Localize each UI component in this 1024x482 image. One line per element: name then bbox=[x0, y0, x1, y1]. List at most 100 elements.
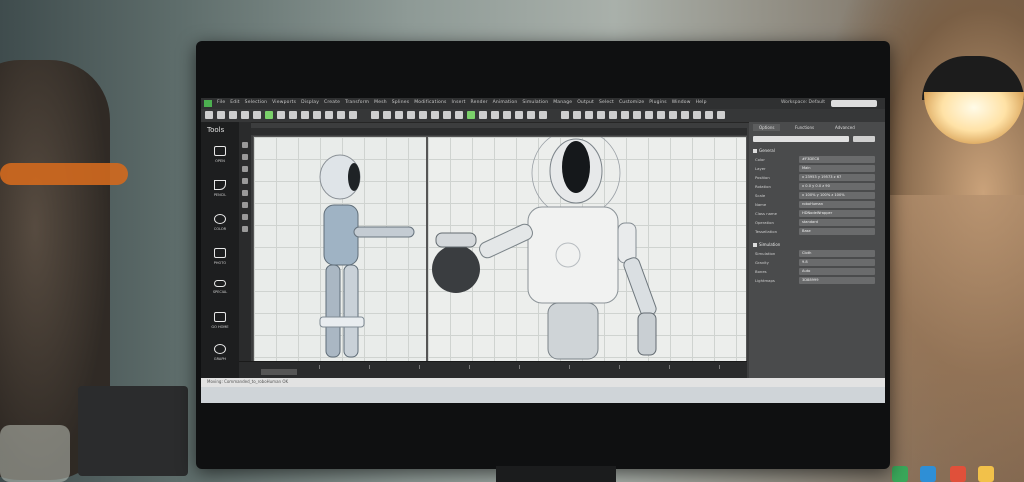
toolbar-icon[interactable] bbox=[717, 111, 725, 119]
property-row[interactable]: Position x 23953 y 19573 z 67 bbox=[753, 174, 877, 182]
viewport-perspective[interactable] bbox=[427, 136, 747, 362]
strip-icon[interactable] bbox=[242, 190, 248, 196]
menu-select[interactable]: Select bbox=[599, 100, 614, 105]
menu-animation[interactable]: Animation bbox=[493, 100, 518, 105]
property-row[interactable]: Rotation x 0.0 y 0.0 z 90 bbox=[753, 183, 877, 191]
toolbar-icon[interactable] bbox=[515, 111, 523, 119]
viewport-side[interactable] bbox=[253, 136, 427, 362]
property-value[interactable]: x 23953 y 19573 z 67 bbox=[799, 174, 875, 181]
toolbar-icon[interactable] bbox=[419, 111, 427, 119]
search-input[interactable] bbox=[831, 100, 877, 107]
property-row[interactable]: Gravity 9.8 bbox=[753, 259, 877, 267]
toolbar-icon[interactable] bbox=[527, 111, 535, 119]
panel-search-field[interactable] bbox=[753, 136, 849, 142]
menu-plugins[interactable]: Plugins bbox=[649, 100, 667, 105]
menu-window[interactable]: Window bbox=[672, 100, 691, 105]
tool-pencil[interactable]: PENCIL bbox=[207, 180, 233, 208]
menu-viewports[interactable]: Viewports bbox=[272, 100, 296, 105]
toolbar-icon[interactable] bbox=[217, 111, 225, 119]
menu-help[interactable]: Help bbox=[696, 100, 707, 105]
strip-icon[interactable] bbox=[242, 214, 248, 220]
property-row[interactable]: Name roboHuman bbox=[753, 201, 877, 209]
property-row[interactable]: Color #F3DEC8 bbox=[753, 156, 877, 164]
strip-icon[interactable] bbox=[242, 142, 248, 148]
toolbar-icon[interactable] bbox=[395, 111, 403, 119]
timeline[interactable] bbox=[239, 361, 747, 379]
toolbar-icon[interactable] bbox=[479, 111, 487, 119]
menu-customize[interactable]: Customize bbox=[619, 100, 644, 105]
toolbar-icon[interactable] bbox=[349, 111, 357, 119]
toolbar-icon[interactable] bbox=[539, 111, 547, 119]
property-row[interactable]: Operation standard bbox=[753, 219, 877, 227]
toolbar-icon[interactable] bbox=[313, 111, 321, 119]
toolbar-icon[interactable] bbox=[681, 111, 689, 119]
menu-display[interactable]: Display bbox=[301, 100, 319, 105]
property-value[interactable]: x 100% y 100% z 100% bbox=[799, 192, 875, 199]
toolbar-icon[interactable] bbox=[431, 111, 439, 119]
tool-go-home[interactable]: GO HOME bbox=[207, 312, 233, 340]
command-line[interactable]: Moving: Commanded_to_roboHuman OK bbox=[201, 378, 885, 387]
toolbar-icon[interactable] bbox=[621, 111, 629, 119]
strip-icon[interactable] bbox=[242, 154, 248, 160]
toolbar-icon[interactable] bbox=[597, 111, 605, 119]
property-value[interactable]: Auto bbox=[799, 268, 875, 275]
menu-file[interactable]: File bbox=[217, 100, 225, 105]
toolbar-icon[interactable] bbox=[265, 111, 273, 119]
menu-transform[interactable]: Transform bbox=[345, 100, 369, 105]
toolbar-icon[interactable] bbox=[289, 111, 297, 119]
strip-icon[interactable] bbox=[242, 166, 248, 172]
property-row[interactable]: Simulation Cloth bbox=[753, 250, 877, 258]
toolbar-icon[interactable] bbox=[491, 111, 499, 119]
tool-color[interactable]: COLOR bbox=[207, 214, 233, 242]
menu-splines[interactable]: Splines bbox=[392, 100, 410, 105]
toolbar-icon[interactable] bbox=[383, 111, 391, 119]
toolbar-icon[interactable] bbox=[455, 111, 463, 119]
menu-mesh[interactable]: Mesh bbox=[374, 100, 387, 105]
menu-render[interactable]: Render bbox=[471, 100, 488, 105]
tool-photo[interactable]: PHOTO bbox=[207, 248, 233, 276]
tool-open[interactable]: OPEN bbox=[207, 146, 233, 174]
property-row[interactable]: Class name HDNodeWrapper bbox=[753, 210, 877, 218]
menu-simulation[interactable]: Simulation bbox=[522, 100, 548, 105]
toolbar-icon[interactable] bbox=[205, 111, 213, 119]
property-value[interactable]: 9.8 bbox=[799, 259, 875, 266]
workspace-label[interactable]: Workspace: Default bbox=[781, 100, 825, 105]
strip-icon[interactable] bbox=[242, 226, 248, 232]
property-value[interactable]: Cloth bbox=[799, 250, 875, 257]
toolbar-icon[interactable] bbox=[503, 111, 511, 119]
section-simulation[interactable]: Simulation bbox=[753, 242, 879, 247]
tool-special[interactable]: SPECIAL bbox=[207, 280, 233, 308]
toolbar-icon[interactable] bbox=[467, 111, 475, 119]
toolbar-icon[interactable] bbox=[585, 111, 593, 119]
toolbar-icon[interactable] bbox=[407, 111, 415, 119]
toolbar-icon[interactable] bbox=[561, 111, 569, 119]
toolbar-icon[interactable] bbox=[669, 111, 677, 119]
property-row[interactable]: Tessellation Base bbox=[753, 228, 877, 236]
toolbar-icon[interactable] bbox=[229, 111, 237, 119]
toolbar-icon[interactable] bbox=[633, 111, 641, 119]
tab-options[interactable]: Options bbox=[753, 124, 781, 131]
property-row[interactable]: Scale x 100% y 100% z 100% bbox=[753, 192, 877, 200]
toolbar-icon[interactable] bbox=[693, 111, 701, 119]
strip-icon[interactable] bbox=[242, 202, 248, 208]
toolbar-icon[interactable] bbox=[277, 111, 285, 119]
property-row[interactable]: Layer Main bbox=[753, 165, 877, 173]
tab-functions[interactable]: Functions bbox=[795, 125, 814, 130]
panel-action-button[interactable] bbox=[853, 136, 875, 142]
toolbar-icon[interactable] bbox=[325, 111, 333, 119]
toolbar-icon[interactable] bbox=[371, 111, 379, 119]
menu-modifications[interactable]: Modifications bbox=[414, 100, 446, 105]
toolbar-icon[interactable] bbox=[705, 111, 713, 119]
property-value[interactable]: roboHuman bbox=[799, 201, 875, 208]
toolbar-icon[interactable] bbox=[301, 111, 309, 119]
property-value[interactable]: standard bbox=[799, 219, 875, 226]
toolbar-icon[interactable] bbox=[645, 111, 653, 119]
menu-insert[interactable]: Insert bbox=[452, 100, 466, 105]
property-value[interactable]: Main bbox=[799, 165, 875, 172]
menu-manage[interactable]: Manage bbox=[553, 100, 572, 105]
toolbar-icon[interactable] bbox=[609, 111, 617, 119]
property-value[interactable]: x 0.0 y 0.0 z 90 bbox=[799, 183, 875, 190]
property-row[interactable]: Bones Auto bbox=[753, 268, 877, 276]
property-row[interactable]: Lightmaps 3D88999 bbox=[753, 277, 877, 285]
toolbar-icon[interactable] bbox=[573, 111, 581, 119]
